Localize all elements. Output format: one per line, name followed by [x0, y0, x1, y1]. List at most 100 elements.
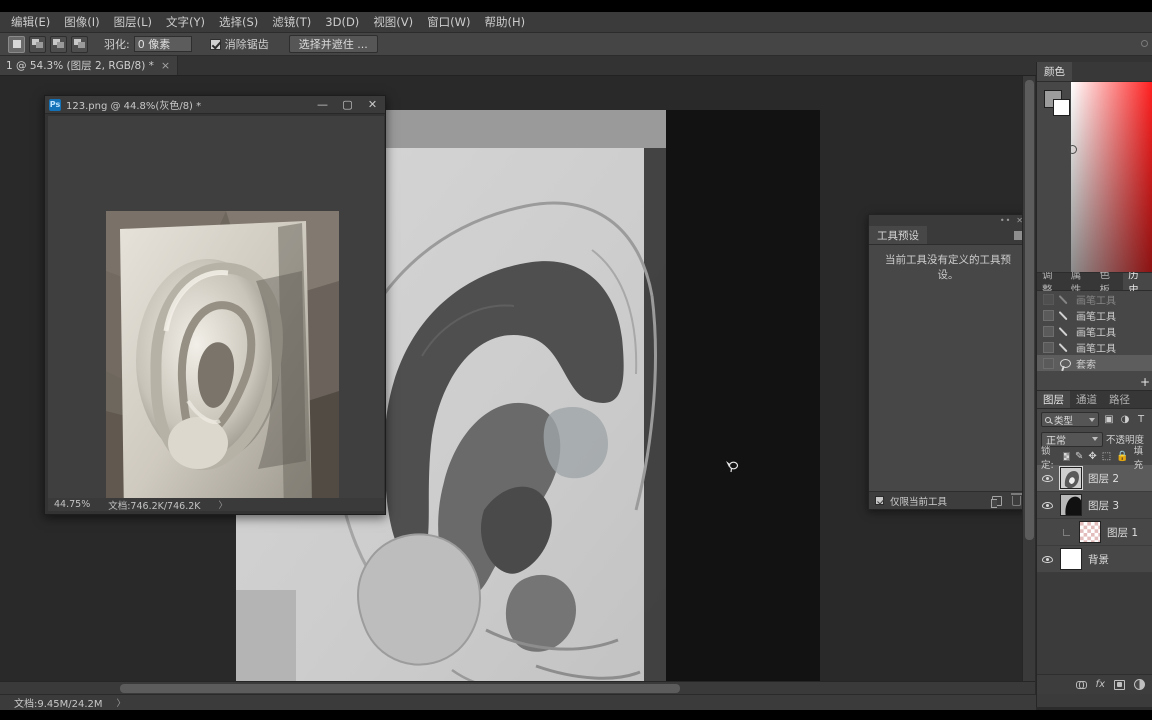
add-mask-icon[interactable] [1114, 679, 1125, 690]
square-icon [12, 40, 21, 48]
menu-item-window[interactable]: 窗口(W) [420, 13, 477, 31]
layer-visibility-toggle[interactable] [1041, 472, 1054, 485]
close-icon[interactable]: × [161, 59, 170, 72]
tab-adjustments[interactable]: 调整 [1037, 269, 1066, 296]
tab-channels[interactable]: 通道 [1070, 391, 1103, 408]
layer-row[interactable]: 背景 [1037, 546, 1152, 573]
layer-thumbnail[interactable] [1060, 494, 1082, 516]
history-item[interactable]: 画笔工具 [1037, 307, 1152, 323]
lock-all-icon[interactable]: 🔒 [1116, 451, 1128, 462]
layer-styles-icon[interactable]: fx [1096, 679, 1105, 690]
current-tool-only-label: 仅限当前工具 [890, 496, 948, 508]
subtract-from-selection-button[interactable] [50, 35, 67, 53]
select-and-mask-button[interactable]: 选择并遮住 ... [288, 35, 378, 53]
lock-position-icon[interactable]: ✥ [1088, 451, 1096, 462]
tool-presets-titlebar[interactable]: •• ✕ [869, 215, 1027, 226]
history-item[interactable]: 画笔工具 [1037, 339, 1152, 355]
photoshop-window: 编辑(E) 图像(I) 图层(L) 文字(Y) 选择(S) 滤镜(T) 3D(D… [0, 0, 1152, 720]
filter-pixel-icon[interactable]: ▣ [1103, 414, 1115, 425]
new-snapshot-icon[interactable]: + [1140, 375, 1150, 389]
maximize-icon[interactable]: ▢ [335, 96, 360, 114]
layer-visibility-toggle[interactable] [1041, 553, 1054, 566]
menu-item-image[interactable]: 图像(I) [57, 13, 106, 31]
history-item[interactable]: 画笔工具 [1037, 323, 1152, 339]
layer-thumbnail-art [1061, 495, 1081, 515]
lock-image-icon[interactable]: ✎ [1075, 451, 1083, 462]
history-list[interactable]: 画笔工具 画笔工具 画笔工具 画笔工具 套索 [1037, 291, 1152, 375]
floating-document-window[interactable]: Ps 123.png @ 44.8%(灰色/8) * — ▢ ✕ 44.75% … [44, 95, 386, 515]
floating-window-zoom: 44.75% [54, 499, 91, 510]
layer-thumbnail[interactable] [1079, 521, 1101, 543]
canvas-workspace[interactable]: Ps 123.png @ 44.8%(灰色/8) * — ▢ ✕ 44.75% … [0, 76, 1035, 694]
menu-item-select[interactable]: 选择(S) [212, 13, 265, 31]
tab-history[interactable]: 历史 [1123, 269, 1152, 296]
filter-type-icon[interactable]: T [1135, 414, 1147, 425]
menu-item-view[interactable]: 视图(V) [366, 13, 420, 31]
layer-filter-select[interactable]: 类型 [1041, 412, 1099, 427]
floating-window-statusbar: 44.75% 文档:746.2K/746.2K 〉 [48, 498, 384, 512]
adjustment-layer-icon[interactable] [1134, 679, 1145, 690]
menu-item-3d[interactable]: 3D(D) [318, 13, 366, 31]
menu-item-edit[interactable]: 编辑(E) [4, 13, 57, 31]
history-item[interactable]: 套索 [1037, 355, 1152, 371]
menu-item-help[interactable]: 帮助(H) [478, 13, 533, 31]
tab-tool-presets[interactable]: 工具预设 [869, 226, 927, 244]
layer-visibility-toggle[interactable] [1041, 499, 1054, 512]
lock-artboard-icon[interactable]: ⬚ [1102, 451, 1111, 462]
workspace-horizontal-scrollbar[interactable] [0, 681, 1035, 694]
antialias-checkbox[interactable]: 消除锯齿 [209, 36, 269, 52]
document-tab[interactable]: 1 @ 54.3% (图层 2, RGB/8) * × [0, 56, 179, 75]
layers-panel-footer: fx [1037, 674, 1152, 694]
color-spectrum[interactable] [1068, 82, 1152, 272]
tool-presets-panel[interactable]: •• ✕ 工具预设 当前工具没有定义的工具预设。 仅限当前工具 [868, 214, 1028, 510]
chevron-right-icon[interactable]: 〉 [117, 696, 126, 709]
menu-item-type[interactable]: 文字(Y) [159, 13, 212, 31]
link-layers-icon[interactable] [1075, 681, 1087, 689]
new-selection-button[interactable] [8, 35, 25, 53]
workspace-vertical-scrollbar[interactable] [1022, 76, 1035, 694]
tab-properties[interactable]: 属性 [1066, 269, 1095, 296]
status-doc-size: 文档:9.45M/24.2M [14, 699, 103, 710]
layer-row[interactable]: 图层 3 [1037, 492, 1152, 519]
intersect-selection-button[interactable] [71, 35, 88, 53]
new-preset-icon[interactable] [991, 495, 1002, 508]
floating-window-canvas[interactable] [48, 116, 384, 500]
fill-label: 填充 [1133, 445, 1144, 471]
color-swatches[interactable] [1044, 90, 1070, 116]
layer-list[interactable]: 图层 2 图层 3 图层 1 背景 [1037, 465, 1152, 573]
color-picker-marker[interactable] [1068, 145, 1077, 154]
history-item-label: 画笔工具 [1076, 327, 1116, 339]
filter-adjustment-icon[interactable]: ◑ [1119, 414, 1131, 425]
workspace-switcher-icon[interactable] [1141, 40, 1148, 47]
add-to-selection-button[interactable] [29, 35, 46, 53]
lock-transparency-icon[interactable] [1062, 452, 1070, 461]
layer-visibility-toggle[interactable] [1041, 526, 1054, 539]
collapse-icon[interactable]: •• [1000, 216, 1011, 225]
minimize-icon[interactable]: — [310, 96, 335, 114]
brush-icon [1059, 310, 1071, 321]
chevron-right-icon[interactable]: 〉 [219, 498, 228, 511]
feather-input[interactable] [133, 36, 192, 52]
color-panel-body[interactable] [1037, 82, 1152, 272]
layers-panel-tabs: 图层 通道 路径 [1037, 390, 1152, 409]
menu-item-layer[interactable]: 图层(L) [107, 13, 159, 31]
menu-item-filter[interactable]: 滤镜(T) [265, 13, 318, 31]
tool-presets-body: 当前工具没有定义的工具预设。 [869, 245, 1027, 491]
layer-row[interactable]: 图层 1 [1037, 519, 1152, 546]
tab-color[interactable]: 颜色 [1037, 62, 1072, 81]
tab-layers[interactable]: 图层 [1037, 391, 1070, 408]
scrollbar-thumb[interactable] [120, 684, 680, 693]
background-color-swatch[interactable] [1053, 99, 1070, 116]
history-item[interactable]: 画笔工具 [1037, 291, 1152, 307]
layer-thumbnail[interactable] [1060, 548, 1082, 570]
layer-thumbnail[interactable] [1060, 467, 1082, 489]
close-icon[interactable]: ✕ [360, 96, 385, 114]
tab-swatches[interactable]: 色板 [1095, 269, 1124, 296]
tab-paths[interactable]: 路径 [1103, 391, 1136, 408]
history-thumbnail [1043, 293, 1054, 305]
floating-window-titlebar[interactable]: Ps 123.png @ 44.8%(灰色/8) * — ▢ ✕ [45, 96, 385, 114]
right-dock: 颜色 调整 属性 色板 历史 画笔工具 画笔工具 画笔工具 画笔工具 套索 + … [1036, 62, 1152, 707]
current-tool-only-checkbox[interactable] [875, 496, 884, 505]
delete-preset-icon[interactable] [1011, 492, 1024, 506]
scrollbar-thumb[interactable] [1025, 80, 1034, 540]
